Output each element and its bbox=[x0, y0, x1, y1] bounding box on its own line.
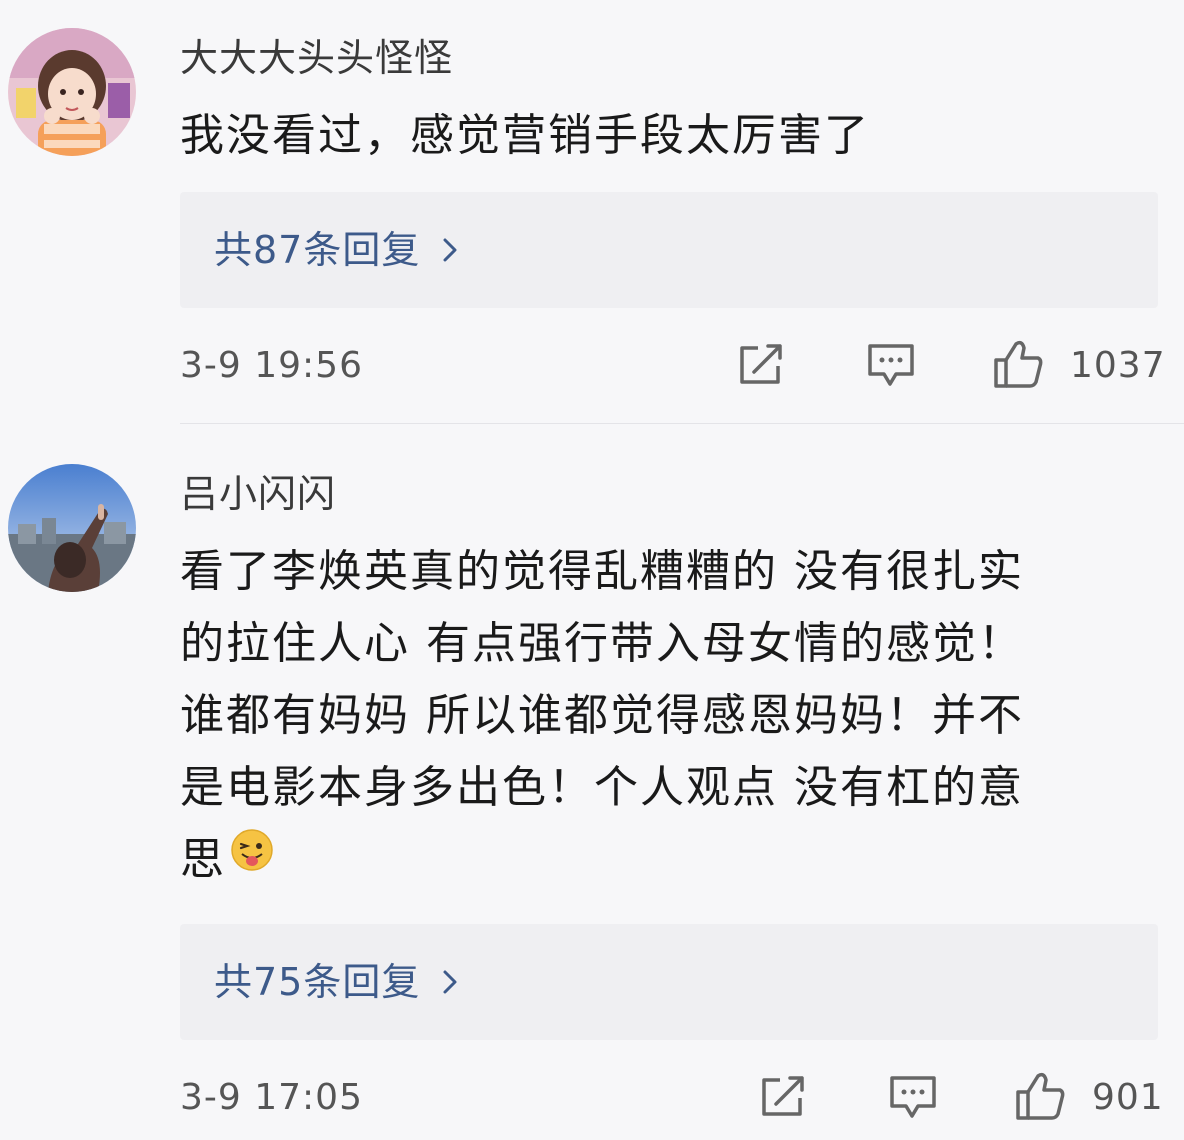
comment-text-line-last: 思 bbox=[180, 824, 1140, 898]
comment-text-line: 谁都有妈妈 所以谁都觉得感恩妈妈！并不 bbox=[180, 690, 1024, 741]
user-avatar[interactable] bbox=[8, 464, 136, 592]
comment-text: 看了李焕英真的觉得乱糟糟的 没有很扎实 的拉住人心 有点强行带入母女情的感觉！ … bbox=[180, 536, 1140, 898]
like-count: 1037 bbox=[1070, 345, 1166, 386]
reply-box[interactable]: 共87条回复 bbox=[180, 192, 1158, 308]
chevron-right-icon bbox=[442, 222, 458, 278]
comment-text-line: 的拉住人心 有点强行带入母女情的感觉！ bbox=[180, 618, 1024, 669]
comment-meta: 3-9 19:56 1037 bbox=[180, 336, 1165, 396]
comment-text-word: 思 bbox=[180, 834, 226, 885]
thumbs-up-icon[interactable] bbox=[992, 338, 1046, 394]
reply-count-label: 共75条回复 bbox=[214, 960, 421, 1004]
username[interactable]: 大大大头头怪怪 bbox=[180, 34, 453, 82]
view-replies-link[interactable]: 共87条回复 bbox=[214, 222, 458, 278]
share-icon[interactable] bbox=[758, 1074, 808, 1124]
comment-item: 吕小闪闪 看了李焕英真的觉得乱糟糟的 没有很扎实 的拉住人心 有点强行带入母女情… bbox=[0, 424, 1184, 1140]
tongue-out-emoji-icon bbox=[230, 822, 274, 894]
chevron-right-icon bbox=[442, 954, 458, 1010]
timestamp: 3-9 17:05 bbox=[180, 1077, 363, 1118]
user-avatar[interactable] bbox=[8, 28, 136, 156]
comment-icon[interactable] bbox=[888, 1074, 938, 1126]
reply-count-label: 共87条回复 bbox=[214, 228, 421, 272]
comment-text-line: 看了李焕英真的觉得乱糟糟的 没有很扎实 bbox=[180, 546, 1024, 597]
comment-meta: 3-9 17:05 901 bbox=[180, 1068, 1163, 1128]
comment-icon[interactable] bbox=[866, 342, 916, 394]
comment-item: 大大大头头怪怪 我没看过，感觉营销手段太厉害了 共87条回复 3-9 19:56… bbox=[0, 0, 1184, 424]
thumbs-up-icon[interactable] bbox=[1014, 1070, 1068, 1126]
view-replies-link[interactable]: 共75条回复 bbox=[214, 954, 458, 1010]
share-icon[interactable] bbox=[736, 342, 786, 392]
anime-girl-avatar-icon bbox=[8, 28, 136, 156]
timestamp: 3-9 19:56 bbox=[180, 345, 363, 386]
comment-text-line: 我没看过，感觉营销手段太厉害了 bbox=[180, 110, 870, 161]
comment-text-line: 是电影本身多出色！个人观点 没有杠的意 bbox=[180, 762, 1024, 813]
like-count: 901 bbox=[1092, 1077, 1164, 1118]
sky-photo-avatar-icon bbox=[8, 464, 136, 592]
comment-text: 我没看过，感觉营销手段太厉害了 bbox=[180, 100, 1140, 172]
username[interactable]: 吕小闪闪 bbox=[180, 470, 336, 518]
reply-box[interactable]: 共75条回复 bbox=[180, 924, 1158, 1040]
